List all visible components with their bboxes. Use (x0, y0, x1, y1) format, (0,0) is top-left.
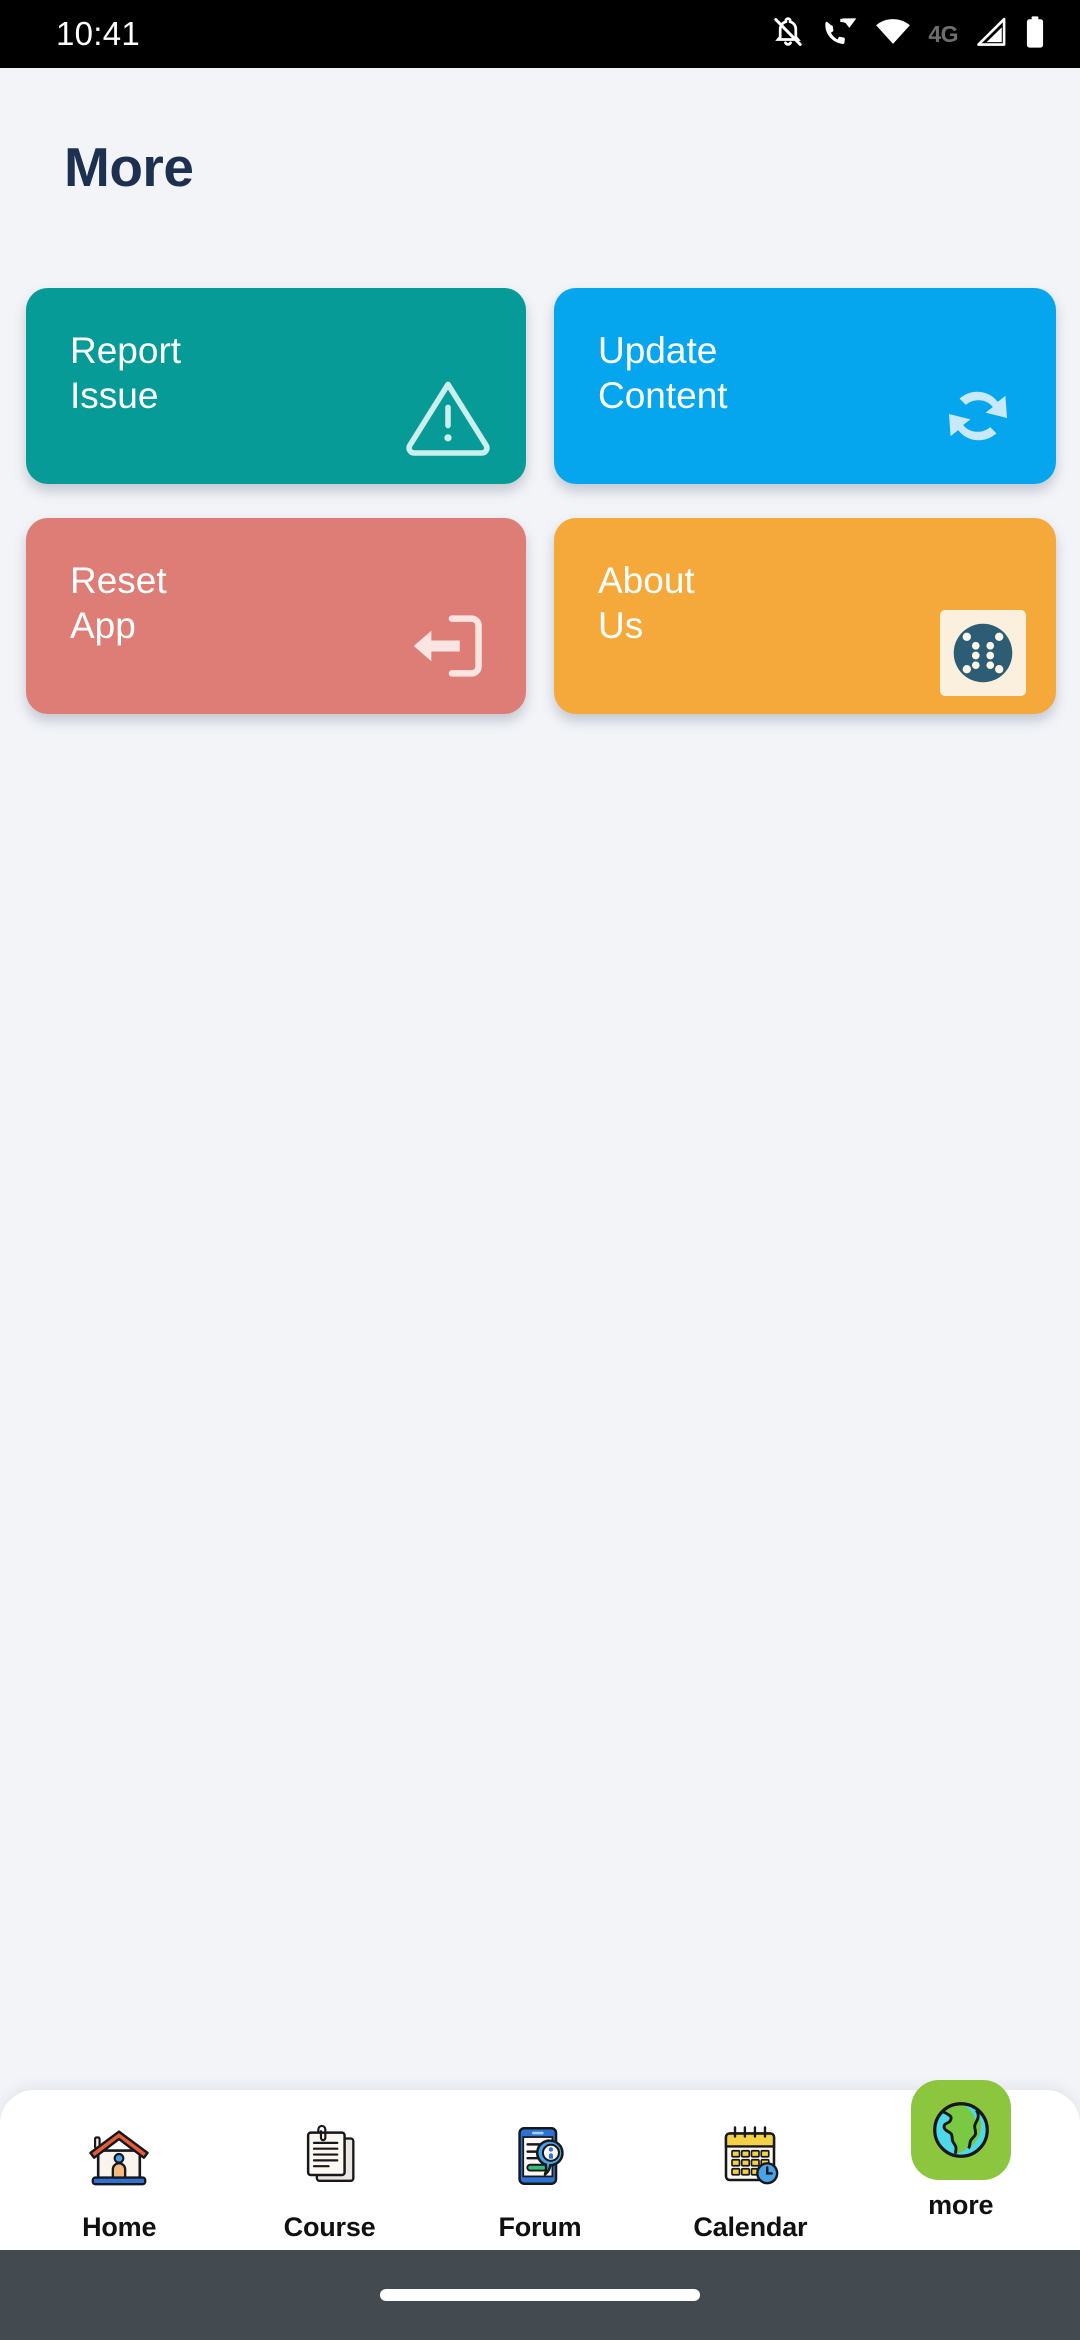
phone-chat-icon (490, 2106, 590, 2206)
nav-item-more-label: more (928, 2190, 994, 2220)
nav-item-home[interactable]: Home (35, 2090, 203, 2243)
house-icon (69, 2106, 169, 2206)
nav-item-home-label: Home (82, 2212, 157, 2242)
cellular-signal-icon (975, 17, 1007, 52)
system-gesture-bar (0, 2250, 1080, 2340)
card-about-us[interactable]: About Us (554, 518, 1056, 714)
home-indicator[interactable] (380, 2289, 700, 2301)
bottom-navigation-bar: Home Course Forum Calendar more (0, 2080, 1080, 2250)
globe-icon (910, 2080, 1011, 2180)
page-title: More (64, 136, 194, 198)
status-bar: 10:41 4G (0, 0, 1080, 68)
nav-item-course-label: Course (283, 2212, 376, 2242)
card-reset-app[interactable]: Reset App (26, 518, 526, 714)
wifi-calling-icon (822, 15, 858, 54)
notifications-off-icon (771, 15, 805, 54)
documents-icon (280, 2106, 380, 2206)
nav-item-calendar-label: Calendar (693, 2212, 808, 2242)
status-bar-clock: 10:41 (56, 15, 141, 52)
nav-item-course[interactable]: Course (246, 2090, 414, 2243)
network-type-label: 4G (928, 20, 958, 47)
app-screen: 10:41 4G More Report Issue Update Conten… (0, 0, 1080, 2340)
card-report-issue-label: Report Issue (70, 330, 182, 417)
nav-item-calendar[interactable]: Calendar (666, 2090, 834, 2243)
card-report-issue[interactable]: Report Issue (26, 288, 526, 484)
card-update-content[interactable]: Update Content (554, 288, 1056, 484)
card-reset-app-label: Reset App (70, 560, 167, 647)
status-bar-icons: 4G (771, 15, 1046, 54)
card-update-content-label: Update Content (598, 330, 728, 417)
battery-icon (1024, 15, 1046, 54)
nav-item-forum[interactable]: Forum (456, 2090, 624, 2243)
nav-item-forum-label: Forum (498, 2212, 582, 2242)
action-card-grid: Report Issue Update Content Reset App Ab… (26, 288, 1056, 714)
wifi-icon (875, 17, 911, 52)
card-about-us-label: About Us (598, 560, 695, 647)
calendar-clock-icon (700, 2106, 800, 2206)
nav-item-more[interactable]: more (877, 2080, 1045, 2221)
